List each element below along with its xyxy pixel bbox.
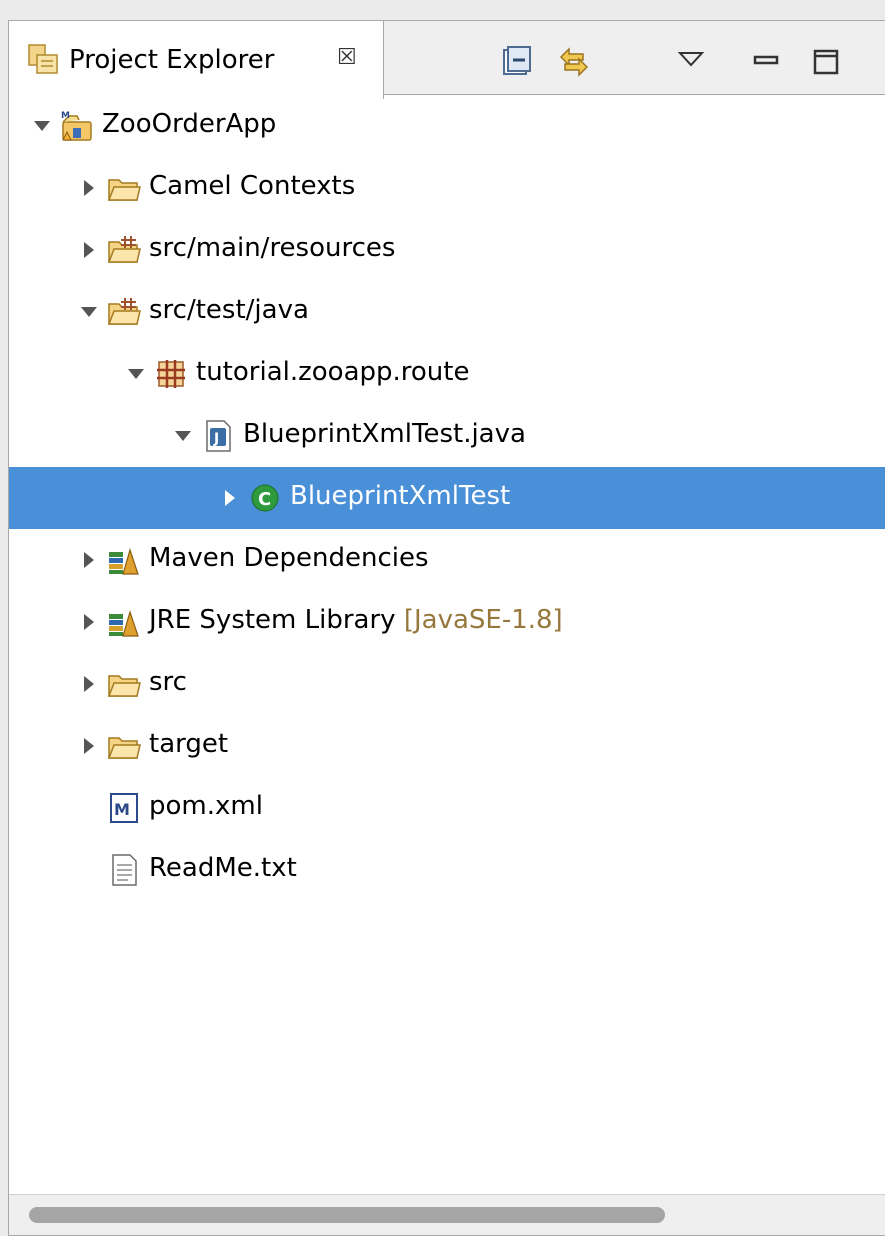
folder-icon <box>107 737 141 759</box>
tree-item[interactable]: Mpom.xml <box>9 777 885 839</box>
tree-item[interactable]: JRE System Library [JavaSE-1.8] <box>9 591 885 653</box>
tree-item[interactable]: J BlueprintXmlTest.java <box>9 405 885 467</box>
tree-item[interactable]: tutorial.zooapp.route <box>9 343 885 405</box>
expanded-arrow-icon[interactable] <box>78 301 100 323</box>
close-icon[interactable]: ☒ <box>337 43 357 73</box>
tree-item-label: src <box>149 667 187 697</box>
java-file-icon: J <box>206 420 231 452</box>
expanded-arrow-icon[interactable] <box>31 115 53 137</box>
view-header: Project Explorer ☒ <box>9 21 885 99</box>
horizontal-scrollbar[interactable] <box>9 1194 885 1235</box>
tree-item-label: JRE System Library [JavaSE-1.8] <box>149 605 563 635</box>
expanded-arrow-icon[interactable] <box>125 363 147 385</box>
tree-item-label: src/main/resources <box>149 233 396 263</box>
tree-item[interactable]: src <box>9 653 885 715</box>
project-tree: M ZooOrderApp Camel Contexts src/main/resou… <box>9 95 885 1155</box>
link-with-editor-icon[interactable] <box>557 45 591 79</box>
collapse-all-icon[interactable] <box>499 45 533 79</box>
tree-item[interactable]: src/test/java <box>9 281 885 343</box>
tree-item[interactable]: src/main/resources <box>9 219 885 281</box>
svg-text:J: J <box>213 431 219 447</box>
tree-item[interactable]: Maven Dependencies <box>9 529 885 591</box>
package-icon <box>157 360 185 388</box>
tree-item-label: Maven Dependencies <box>149 543 429 573</box>
tree-item-label: Camel Contexts <box>149 171 356 201</box>
tree-item[interactable]: ReadMe.txt <box>9 839 885 901</box>
collapsed-arrow-icon[interactable] <box>78 239 100 261</box>
tree-item-label: BlueprintXmlTest.java <box>243 419 526 449</box>
svg-text:M: M <box>114 800 130 819</box>
tree-item-decoration: [JavaSE-1.8] <box>395 605 563 635</box>
expanded-arrow-icon[interactable] <box>172 425 194 447</box>
tree-item-label: src/test/java <box>149 295 309 325</box>
collapsed-arrow-icon[interactable] <box>78 673 100 695</box>
view-menu-icon[interactable] <box>674 45 708 79</box>
class-icon: C <box>251 484 279 512</box>
library-icon <box>109 609 139 637</box>
project-explorer-view: Project Explorer ☒ M ZooOrderApp Camel Con… <box>8 20 885 1236</box>
collapsed-arrow-icon[interactable] <box>219 487 241 509</box>
tree-item-label: target <box>149 729 229 759</box>
source-folder-icon <box>107 298 141 325</box>
maven-pom-icon: M <box>110 793 138 823</box>
text-file-icon <box>112 854 137 886</box>
library-icon <box>109 547 139 575</box>
project-explorer-icon <box>28 44 58 74</box>
tree-item[interactable]: Camel Contexts <box>9 157 885 219</box>
minimize-icon[interactable] <box>749 45 783 79</box>
maven-project-icon: M <box>61 111 92 141</box>
collapsed-arrow-icon[interactable] <box>78 177 100 199</box>
svg-text:C: C <box>258 489 271 510</box>
collapsed-arrow-icon[interactable] <box>78 611 100 633</box>
tree-item-label: tutorial.zooapp.route <box>196 357 470 387</box>
folder-icon <box>107 675 141 697</box>
scrollbar-thumb[interactable] <box>29 1207 665 1223</box>
tree-item-label: ZooOrderApp <box>102 109 277 139</box>
source-folder-icon <box>107 236 141 263</box>
folder-icon <box>107 179 141 201</box>
maximize-icon[interactable] <box>809 45 843 79</box>
svg-text:M: M <box>61 111 70 121</box>
tree-item[interactable]: C BlueprintXmlTest <box>9 467 885 529</box>
view-title: Project Explorer <box>69 45 275 75</box>
collapsed-arrow-icon[interactable] <box>78 549 100 571</box>
tree-item[interactable]: target <box>9 715 885 777</box>
tree-item-label: pom.xml <box>149 791 263 821</box>
project-explorer-tab[interactable]: Project Explorer ☒ <box>9 21 384 99</box>
tree-item[interactable]: M ZooOrderApp <box>9 95 885 157</box>
tree-item-label: BlueprintXmlTest <box>290 481 511 511</box>
collapsed-arrow-icon[interactable] <box>78 735 100 757</box>
tree-item-label: ReadMe.txt <box>149 853 297 883</box>
